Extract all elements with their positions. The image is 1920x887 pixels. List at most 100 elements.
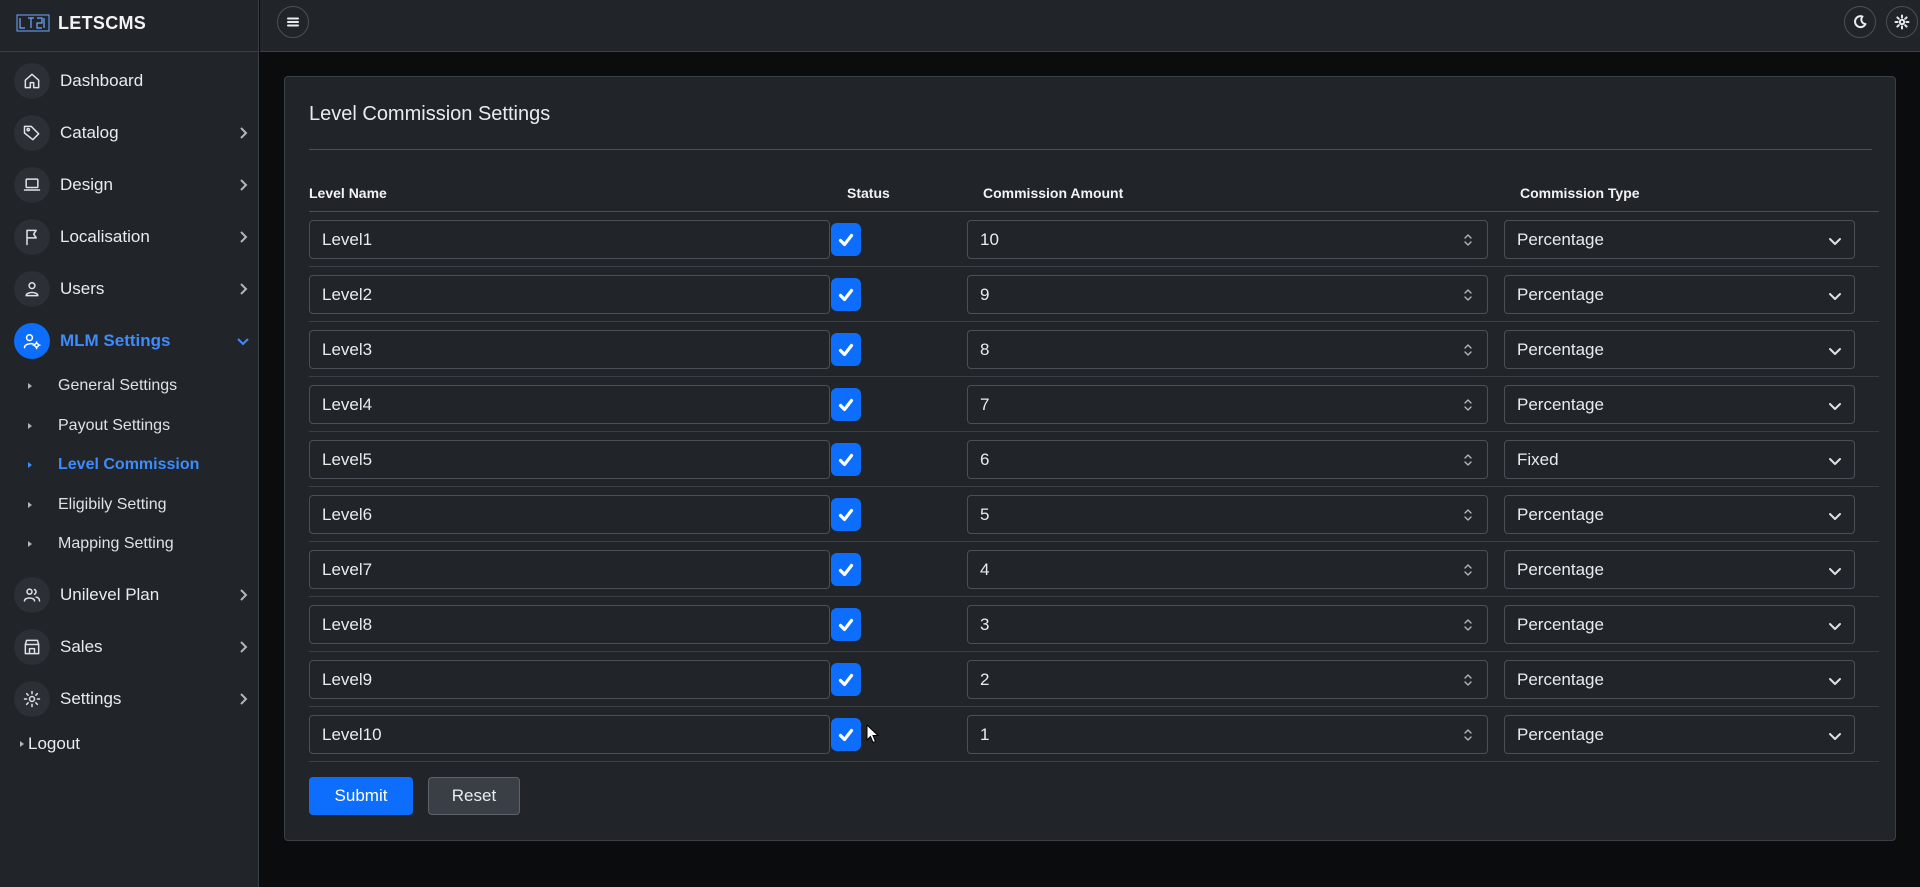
settings-button[interactable]: [1886, 6, 1918, 38]
reset-button[interactable]: Reset: [428, 777, 520, 815]
level-name-input[interactable]: Level8: [309, 605, 830, 644]
status-checkbox[interactable]: [831, 498, 861, 531]
level-name-input[interactable]: Level9: [309, 660, 830, 699]
sidebar-item-users[interactable]: Users: [14, 269, 250, 309]
commission-type-select[interactable]: Percentage: [1504, 715, 1855, 754]
sidebar-subitem-mapping-setting[interactable]: Mapping Setting: [28, 532, 174, 556]
status-checkbox[interactable]: [831, 608, 861, 641]
commission-type-select[interactable]: Percentage: [1504, 330, 1855, 369]
sidebar-item-label: Localisation: [60, 227, 150, 246]
commission-type-select[interactable]: Percentage: [1504, 605, 1855, 644]
level-name-input[interactable]: Level2: [309, 275, 830, 314]
status-checkbox[interactable]: [831, 553, 861, 586]
commission-type-select[interactable]: Fixed: [1504, 440, 1855, 479]
sidebar-item-settings[interactable]: Settings: [14, 679, 250, 719]
status-checkbox[interactable]: [831, 443, 861, 476]
commission-amount-input[interactable]: 2: [967, 660, 1488, 699]
checkmark-icon: [838, 343, 854, 356]
sidebar-item-mlm-settings[interactable]: MLM Settings: [14, 321, 250, 361]
moon-icon: [1854, 15, 1867, 29]
sidebar-subitem-payout-settings[interactable]: Payout Settings: [28, 414, 170, 438]
sidebar-item-unilevel-plan[interactable]: Unilevel Plan: [14, 575, 250, 615]
level-name-value: Level3: [322, 339, 373, 359]
commission-type-select[interactable]: Percentage: [1504, 275, 1855, 314]
sidebar-item-catalog[interactable]: Catalog: [14, 113, 250, 153]
brand[interactable]: LETSCMS: [16, 10, 146, 36]
spinner-arrows-icon[interactable]: [1463, 562, 1473, 578]
level-name-input[interactable]: Level4: [309, 385, 830, 424]
level-name-value: Level2: [322, 284, 373, 304]
commission-amount-input[interactable]: 8: [967, 330, 1488, 369]
spinner-arrows-icon[interactable]: [1463, 232, 1473, 248]
level-name-input[interactable]: Level3: [309, 330, 830, 369]
commission-type-select[interactable]: Percentage: [1504, 660, 1855, 699]
sidebar-item-label: Unilevel Plan: [60, 585, 160, 604]
status-checkbox[interactable]: [831, 223, 861, 256]
submit-button[interactable]: Submit: [309, 777, 413, 815]
level-name-input[interactable]: Level7: [309, 550, 830, 589]
status-checkbox[interactable]: [831, 388, 861, 421]
mouse-cursor-icon: [866, 724, 880, 744]
header-commission-type: Commission Type: [1520, 185, 1640, 201]
spinner-arrows-icon[interactable]: [1463, 727, 1473, 743]
spinner-arrows-icon[interactable]: [1463, 452, 1473, 468]
chevron-down-icon: [1829, 678, 1841, 685]
commission-type-select[interactable]: Percentage: [1504, 220, 1855, 259]
checkmark-icon: [838, 563, 854, 576]
commission-type-value: Percentage: [1517, 284, 1604, 304]
sidebar-item-localisation[interactable]: Localisation: [14, 217, 250, 257]
commission-type-value: Percentage: [1517, 339, 1604, 359]
sidebar-item-dashboard[interactable]: Dashboard: [14, 61, 250, 101]
commission-amount-input[interactable]: 3: [967, 605, 1488, 644]
spinner-arrows-icon[interactable]: [1463, 672, 1473, 688]
sidebar-subitem-level-commission[interactable]: Level Commission: [28, 453, 199, 477]
caret-right-icon: [28, 423, 32, 429]
spinner-arrows-icon[interactable]: [1463, 507, 1473, 523]
sidebar-toggle-button[interactable]: [277, 6, 309, 38]
table-row: Level5 6 Fixed: [309, 432, 1879, 487]
level-name-input[interactable]: Level6: [309, 495, 830, 534]
header-status: Status: [847, 185, 890, 201]
commission-amount-input[interactable]: 10: [967, 220, 1488, 259]
commission-type-select[interactable]: Percentage: [1504, 550, 1855, 589]
table-row: Level6 5 Percentage: [309, 487, 1879, 542]
level-commission-card: Level Commission Settings Level Name Sta…: [284, 76, 1896, 841]
chevron-down-icon: [1829, 238, 1841, 245]
sidebar-subitem-general-settings[interactable]: General Settings: [28, 374, 177, 398]
sidebar-subitem-label: Mapping Setting: [58, 535, 174, 552]
level-name-input[interactable]: Level5: [309, 440, 830, 479]
commission-type-select[interactable]: Percentage: [1504, 385, 1855, 424]
commission-amount-input[interactable]: 6: [967, 440, 1488, 479]
chevron-down-icon: [237, 338, 249, 346]
spinner-arrows-icon[interactable]: [1463, 342, 1473, 358]
sidebar-subitem-eligibily-setting[interactable]: Eligibily Setting: [28, 493, 167, 517]
status-checkbox[interactable]: [831, 278, 861, 311]
spinner-arrows-icon[interactable]: [1463, 397, 1473, 413]
logout-link[interactable]: Logout: [20, 733, 80, 755]
theme-toggle-button[interactable]: [1844, 6, 1876, 38]
sidebar-item-label: Sales: [60, 637, 103, 656]
commission-type-select[interactable]: Percentage: [1504, 495, 1855, 534]
commission-amount-input[interactable]: 4: [967, 550, 1488, 589]
status-checkbox[interactable]: [831, 663, 861, 696]
commission-type-value: Percentage: [1517, 669, 1604, 689]
status-checkbox[interactable]: [831, 718, 861, 751]
spinner-arrows-icon[interactable]: [1463, 287, 1473, 303]
commission-amount-input[interactable]: 5: [967, 495, 1488, 534]
page-title: Level Commission Settings: [309, 103, 551, 125]
commission-amount-input[interactable]: 9: [967, 275, 1488, 314]
status-checkbox[interactable]: [831, 333, 861, 366]
sidebar-subitem-label: Level Commission: [58, 456, 200, 473]
caret-right-icon: [28, 541, 32, 547]
level-name-input[interactable]: Level1: [309, 220, 830, 259]
sidebar-item-design[interactable]: Design: [14, 165, 250, 205]
users-icon: [14, 577, 50, 613]
commission-type-value: Percentage: [1517, 614, 1604, 634]
spinner-arrows-icon[interactable]: [1463, 617, 1473, 633]
letscms-logo-icon: [16, 14, 50, 32]
sidebar-item-sales[interactable]: Sales: [14, 627, 250, 667]
commission-amount-input[interactable]: 7: [967, 385, 1488, 424]
chevron-right-icon: [240, 589, 248, 601]
level-name-input[interactable]: Level10: [309, 715, 830, 754]
commission-amount-input[interactable]: 1: [967, 715, 1488, 754]
